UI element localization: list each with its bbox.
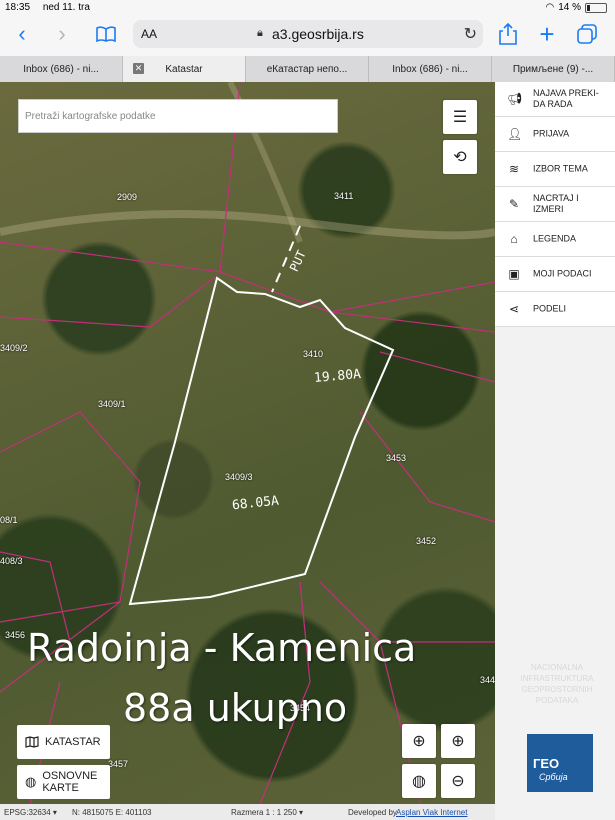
tabs-overview-icon[interactable] <box>573 20 601 48</box>
megaphone-icon: 📢︎ <box>507 92 523 106</box>
menu-label: PODELI <box>533 303 567 314</box>
parcel-label: 2909 <box>117 192 138 202</box>
globe-icon: ◍ <box>25 774 37 789</box>
user-icon: 👤︎ <box>507 127 523 141</box>
menu-label-najava: NAJAVA PREKI- DA RADA <box>533 88 599 109</box>
parcel-label: 3409/3 <box>225 472 253 482</box>
layers-icon: ≋ <box>508 162 520 176</box>
menu-label: LEGENDA <box>533 233 577 244</box>
battery-fill <box>587 4 590 11</box>
parcel-label: 3452 <box>416 536 437 546</box>
menu-label: NAJAVA PREKI- DA RADA <box>533 88 611 110</box>
tab-ekatastar[interactable]: eКатастар непо... <box>246 56 369 82</box>
geo-srbija-logo[interactable]: ГЕО Србија <box>527 734 593 792</box>
parcel-label: 3457 <box>108 759 129 769</box>
nsdi-text: NACIONALNA INFRASTRUKTURA GEOPROSTORNIH … <box>520 663 594 705</box>
back-icon[interactable]: ‹ <box>8 20 36 48</box>
browser-toolbar: ‹ › AA 🔒︎ a3.geosrbija.rs ↻ + <box>0 16 615 56</box>
map-search-input[interactable]: Pretraži kartografske podatke <box>18 99 338 133</box>
tab-inbox-2[interactable]: Inbox (686) - ni... <box>369 56 492 82</box>
menu-label: PRIJAVA <box>533 128 570 139</box>
side-menu: 📢︎ NAJAVA PREKI- DA RADA 👤︎ PRIJAVA ≋ IZ… <box>495 82 615 820</box>
globe-icon[interactable]: ◍ <box>402 764 436 798</box>
map-canvas[interactable]: 2909 3411 3409/2 3410 3409/1 3453 3409/3… <box>0 82 495 804</box>
tag-icon: ⌂ <box>510 232 518 246</box>
menu-label: NACRTAJ I IZMERI <box>533 193 611 215</box>
parcel-label: 3409/1 <box>98 399 126 409</box>
share-icon[interactable] <box>494 20 522 48</box>
tab-primljene[interactable]: Примљене (9) -... <box>492 56 615 82</box>
new-tab-icon[interactable]: + <box>533 19 561 49</box>
parcel-label: 3410 <box>303 349 324 359</box>
parcel-label: 3456 <box>5 630 26 640</box>
caption-subtitle: 88a ukupno <box>123 686 348 730</box>
tab-label: eКатастар непо... <box>266 63 348 75</box>
share-icon: ⋖ <box>508 302 520 316</box>
reader-aa-button[interactable]: AA <box>141 27 157 41</box>
developer-text: Developed by <box>348 808 397 817</box>
status-date: ned 11. tra <box>42 2 90 13</box>
katastar-button[interactable]: KATASTAR <box>17 725 110 759</box>
address-bar[interactable]: AA 🔒︎ a3.geosrbija.rs ↻ <box>133 20 483 48</box>
menu-icon[interactable]: ☰ <box>443 100 477 134</box>
briefcase-icon: ▣ <box>508 267 520 281</box>
parcel-label: 3453 <box>386 453 407 463</box>
zoom-in-icon[interactable]: ⊕ <box>441 724 475 758</box>
coordinates-readout: N: 4815075 E: 401103 <box>72 808 152 817</box>
pencil-icon: ✎ <box>508 197 520 211</box>
zoom-out-icon[interactable]: ⊖ <box>441 764 475 798</box>
url-text: a3.geosrbija.rs <box>272 26 364 42</box>
forward-icon[interactable]: › <box>48 20 76 48</box>
map-icon <box>25 736 39 748</box>
menu-label-nacrtaj: NACRTAJ I IZMERI <box>533 193 579 214</box>
menu-najava-prekida-rada[interactable]: 📢︎ NAJAVA PREKI- DA RADA <box>495 82 615 117</box>
wifi-icon: ◠ <box>545 2 555 13</box>
osnovne-label-line1: OSNOVNE <box>42 770 98 782</box>
developer-link[interactable]: Asplan Viak Internet <box>396 808 467 817</box>
tab-label: Inbox (686) - ni... <box>23 63 99 75</box>
epsg-select[interactable]: EPSG:32634 ▾ <box>4 808 57 817</box>
menu-legenda[interactable]: ⌂ LEGENDA <box>495 222 615 257</box>
osnovne-karte-label: OSNOVNE KARTE <box>42 770 97 794</box>
menu-label: IZBOR TEMA <box>533 163 588 174</box>
menu-prijava[interactable]: 👤︎ PRIJAVA <box>495 117 615 152</box>
close-tab-icon[interactable]: ✕ <box>133 63 144 74</box>
parcel-label: 3411 <box>334 191 354 201</box>
menu-moji-podaci[interactable]: ▣ MOJI PODACI <box>495 257 615 292</box>
lock-icon: 🔒︎ <box>257 27 263 39</box>
logo-text: ГЕО <box>533 756 560 771</box>
parcel-label: 08/1 <box>0 515 18 525</box>
parcel-label: 3409/2 <box>0 343 28 353</box>
menu-label: MOJI PODACI <box>533 268 592 279</box>
tab-label: Примљене (9) -... <box>512 63 594 75</box>
rotate-icon[interactable]: ⟲ <box>443 140 477 174</box>
locate-icon[interactable]: ⊕ <box>402 724 436 758</box>
status-bar: 18:35 ned 11. tra ◠ 14 % <box>0 0 615 16</box>
battery-icon <box>585 2 607 13</box>
bookmarks-icon[interactable] <box>92 20 120 48</box>
katastar-label: KATASTAR <box>45 736 101 748</box>
tab-katastar[interactable]: ✕ Katastar <box>123 56 246 82</box>
logo-subtext: Србија <box>539 772 568 782</box>
scale-select[interactable]: Razmera 1 : 1 250 ▾ <box>231 808 303 817</box>
caption-title: Radoinja - Kamenica <box>27 626 417 670</box>
tab-inbox-1[interactable]: Inbox (686) - ni... <box>0 56 123 82</box>
menu-izbor-tema[interactable]: ≋ IZBOR TEMA <box>495 152 615 187</box>
menu-podeli[interactable]: ⋖ PODELI <box>495 292 615 327</box>
tab-label: Katastar <box>165 63 203 75</box>
status-battery: 14 % <box>558 2 581 13</box>
parcel-label: 408/3 <box>0 556 23 566</box>
tab-bar: Inbox (686) - ni... ✕ Katastar eКатастар… <box>0 56 615 82</box>
osnovne-karte-button[interactable]: ◍ OSNOVNE KARTE <box>17 765 110 799</box>
menu-nacrtaj-i-izmeri[interactable]: ✎ NACRTAJ I IZMERI <box>495 187 615 222</box>
map-footer: EPSG:32634 ▾ N: 4815075 E: 401103 Razmer… <box>0 804 495 820</box>
osnovne-label-line2: KARTE <box>42 782 79 794</box>
tab-label: Inbox (686) - ni... <box>392 63 468 75</box>
status-time: 18:35 <box>5 2 31 13</box>
reload-icon[interactable]: ↻ <box>464 24 477 44</box>
parcel-label: 344 <box>480 675 495 685</box>
